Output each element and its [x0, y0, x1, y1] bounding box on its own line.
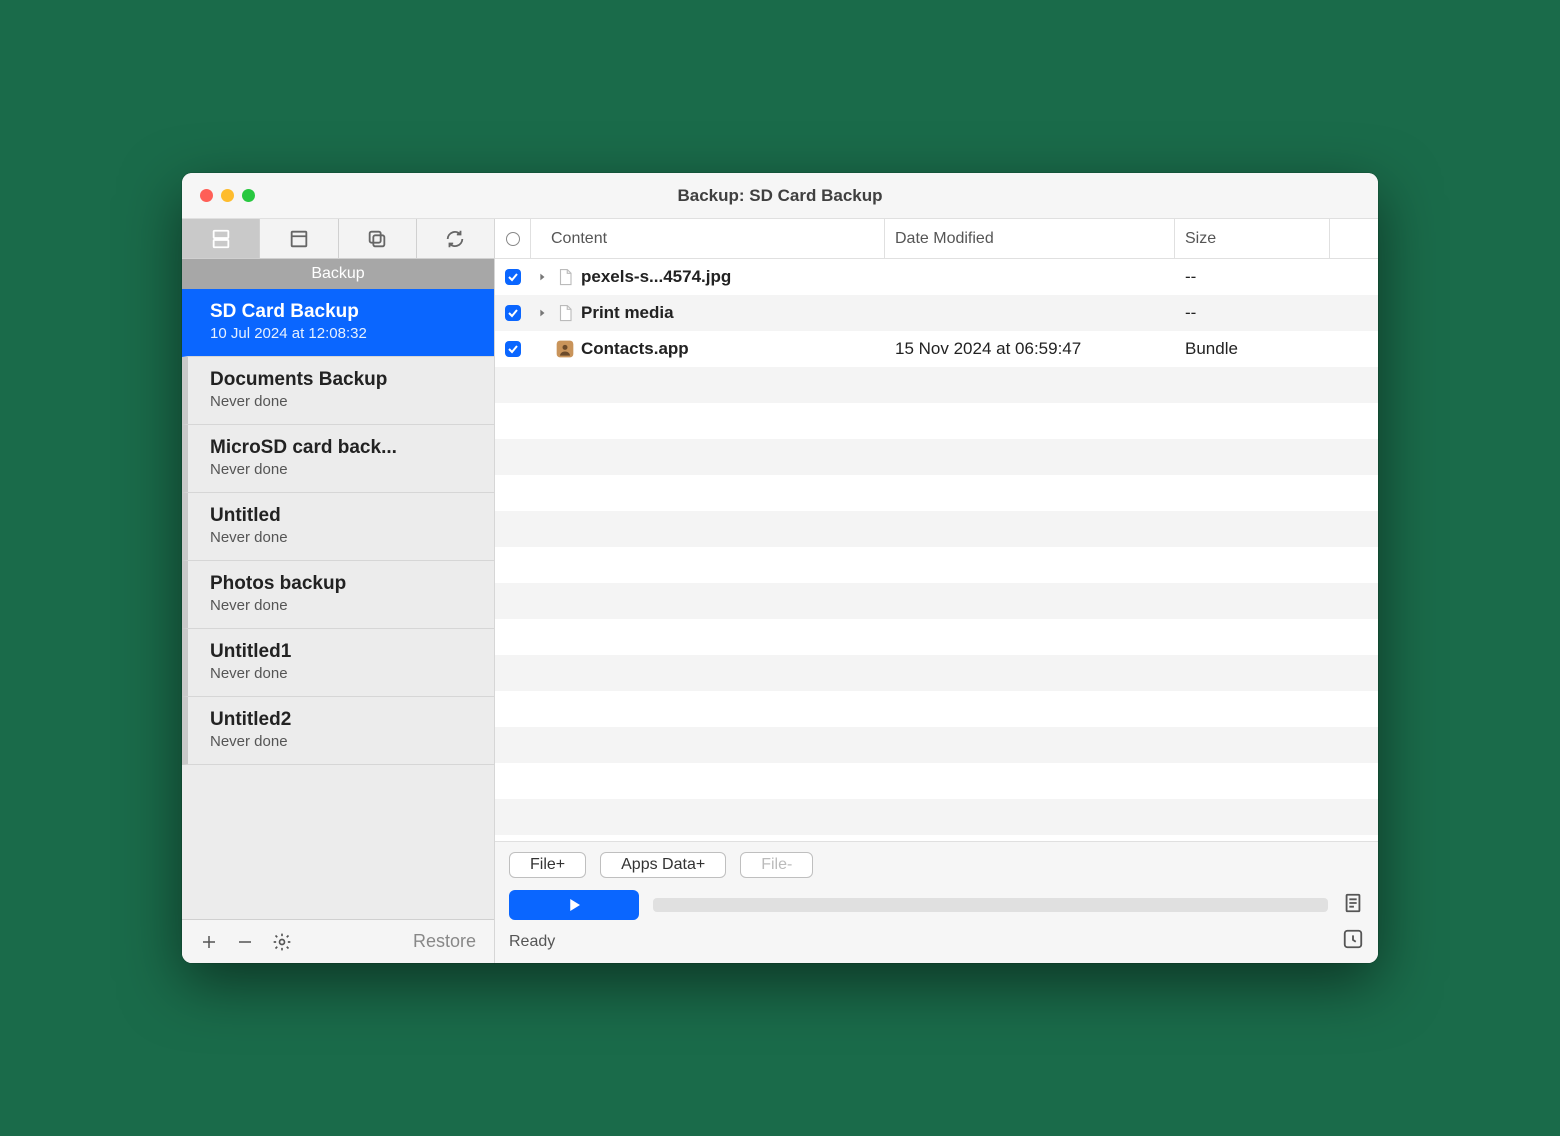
add-task-button[interactable]: [200, 933, 218, 951]
file-icon: [555, 303, 575, 323]
view-compare-button[interactable]: [339, 219, 417, 258]
chevron-right-icon[interactable]: [535, 272, 549, 282]
table-row[interactable]: pexels-s...4574.jpg --: [495, 259, 1378, 295]
task-item[interactable]: Untitled Never done: [182, 493, 494, 561]
task-title: Photos backup: [210, 573, 472, 595]
remove-file-button[interactable]: File-: [740, 852, 813, 878]
remove-task-button[interactable]: [236, 933, 254, 951]
minimize-window-button[interactable]: [221, 189, 234, 202]
app-window: Backup: SD Card Backup Backup SD Card Ba…: [182, 173, 1378, 963]
close-window-button[interactable]: [200, 189, 213, 202]
task-title: Documents Backup: [210, 369, 472, 391]
sidebar-section-backup: Backup: [182, 259, 494, 289]
task-list: SD Card Backup 10 Jul 2024 at 12:08:32 Doc…: [182, 289, 494, 919]
row-checkbox[interactable]: [505, 341, 521, 357]
settings-button[interactable]: [272, 932, 292, 952]
task-subtitle: Never done: [210, 393, 472, 410]
run-backup-button[interactable]: [509, 890, 639, 920]
size-cell: --: [1175, 303, 1330, 323]
row-checkbox[interactable]: [505, 269, 521, 285]
titlebar: Backup: SD Card Backup: [182, 173, 1378, 219]
sidebar: Backup SD Card Backup 10 Jul 2024 at 12:0…: [182, 219, 495, 963]
task-subtitle: Never done: [210, 461, 472, 478]
task-item[interactable]: SD Card Backup 10 Jul 2024 at 12:08:32: [182, 289, 494, 357]
status-text: Ready: [509, 933, 555, 951]
traffic-lights: [200, 189, 255, 202]
view-tasks-button[interactable]: [182, 219, 260, 258]
table-header: Content Date Modified Size: [495, 219, 1378, 259]
task-title: Untitled2: [210, 709, 472, 731]
column-size[interactable]: Size: [1175, 219, 1330, 258]
file-name: Contacts.app: [581, 339, 689, 359]
task-item[interactable]: Documents Backup Never done: [182, 357, 494, 425]
target-icon: [506, 232, 520, 246]
log-button[interactable]: [1342, 892, 1364, 919]
column-date-modified[interactable]: Date Modified: [885, 219, 1175, 258]
file-name: pexels-s...4574.jpg: [581, 267, 731, 287]
column-check-all[interactable]: [495, 219, 531, 258]
contacts-app-icon: [555, 339, 575, 359]
add-file-button[interactable]: File+: [509, 852, 586, 878]
add-apps-data-button[interactable]: Apps Data+: [600, 852, 726, 878]
table-row[interactable]: Contacts.app 15 Nov 2024 at 06:59:47Bundl…: [495, 331, 1378, 367]
task-subtitle: Never done: [210, 529, 472, 546]
task-item[interactable]: Photos backup Never done: [182, 561, 494, 629]
table-body: pexels-s...4574.jpg -- Print media -- Contac…: [495, 259, 1378, 841]
task-title: SD Card Backup: [210, 301, 472, 323]
task-subtitle: Never done: [210, 665, 472, 682]
sidebar-footer: Restore: [182, 919, 494, 963]
main-panel: Content Date Modified Size pexels-s...45…: [495, 219, 1378, 963]
schedule-button[interactable]: [1342, 928, 1364, 955]
task-subtitle: Never done: [210, 733, 472, 750]
date-modified-cell: 15 Nov 2024 at 06:59:47: [885, 339, 1175, 359]
view-sync-button[interactable]: [417, 219, 494, 258]
chevron-right-icon[interactable]: [535, 308, 549, 318]
task-title: Untitled: [210, 505, 472, 527]
task-item[interactable]: MicroSD card back... Never done: [182, 425, 494, 493]
task-title: MicroSD card back...: [210, 437, 472, 459]
task-subtitle: 10 Jul 2024 at 12:08:32: [210, 325, 472, 342]
size-cell: --: [1175, 267, 1330, 287]
sidebar-toolbar: [182, 219, 494, 259]
task-item[interactable]: Untitled2 Never done: [182, 697, 494, 765]
task-title: Untitled1: [210, 641, 472, 663]
table-row[interactable]: Print media --: [495, 295, 1378, 331]
view-archive-button[interactable]: [260, 219, 338, 258]
zoom-window-button[interactable]: [242, 189, 255, 202]
task-item[interactable]: Untitled1 Never done: [182, 629, 494, 697]
file-name: Print media: [581, 303, 674, 323]
restore-button[interactable]: Restore: [413, 931, 476, 952]
progress-bar: [653, 898, 1328, 912]
window-title: Backup: SD Card Backup: [678, 186, 883, 206]
row-checkbox[interactable]: [505, 305, 521, 321]
task-subtitle: Never done: [210, 597, 472, 614]
file-icon: [555, 267, 575, 287]
size-cell: Bundle: [1175, 339, 1330, 359]
bottom-bar: File+ Apps Data+ File- Ready: [495, 841, 1378, 963]
column-content[interactable]: Content: [531, 219, 885, 258]
